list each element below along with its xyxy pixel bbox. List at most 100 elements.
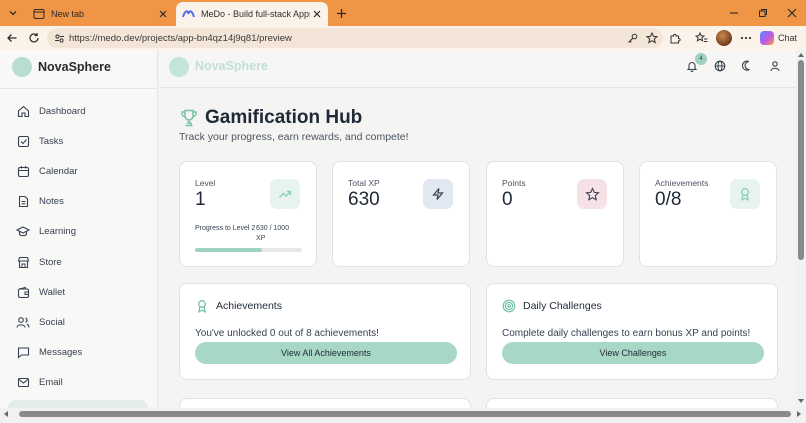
- level-card: Level 1 Progress to Level 2 630 / 1000 X…: [179, 161, 317, 267]
- scroll-right-arrow-icon[interactable]: [797, 411, 801, 417]
- tab-search-chevron-icon[interactable]: [4, 4, 22, 22]
- sidebar-item-tasks[interactable]: Tasks: [16, 132, 63, 150]
- globe-icon: [714, 59, 726, 77]
- sidebar-brand[interactable]: NovaSphere: [12, 56, 111, 78]
- checkbox-icon: [16, 134, 30, 148]
- sidebar-item-label: Calendar: [39, 165, 78, 177]
- extensions-puzzle-icon[interactable]: [666, 29, 684, 47]
- copilot-icon: [760, 31, 774, 45]
- points-card: Points 0: [486, 161, 624, 267]
- card-title: Achievements: [216, 300, 282, 312]
- reload-icon[interactable]: [25, 29, 43, 47]
- card-header: Daily Challenges: [502, 299, 602, 313]
- scroll-left-arrow-icon[interactable]: [4, 411, 8, 417]
- close-tab-icon[interactable]: [156, 7, 170, 21]
- key-icon[interactable]: [623, 29, 641, 47]
- sidebar-item-label: Tasks: [39, 135, 64, 147]
- browser-tab-new-tab[interactable]: New tab: [26, 2, 174, 26]
- tab-title: MeDo - Build full-stack Apps With: [201, 9, 310, 19]
- trending-up-icon: [270, 179, 300, 209]
- new-tab-plus-icon[interactable]: [332, 4, 350, 22]
- card-text: Complete daily challenges to earn bonus …: [502, 328, 751, 339]
- sidebar-item-notes[interactable]: Notes: [16, 192, 64, 210]
- page-title-text: Gamification Hub: [205, 107, 363, 128]
- horizontal-scrollbar[interactable]: [0, 408, 806, 423]
- trophy-icon: [181, 109, 197, 127]
- card-header: Achievements: [195, 299, 282, 313]
- browser-tab-medo[interactable]: MeDo - Build full-stack Apps With: [176, 2, 328, 26]
- sidebar-item-store[interactable]: Store: [16, 253, 62, 271]
- chat-label: Chat: [778, 33, 798, 43]
- bookmark-star-icon[interactable]: [643, 29, 661, 47]
- view-all-achievements-button[interactable]: View All Achievements: [195, 342, 457, 364]
- user-icon: [769, 59, 781, 77]
- total-xp-card: Total XP 630: [332, 161, 470, 267]
- sidebar-item-wallet[interactable]: Wallet: [16, 283, 65, 301]
- copilot-chat-button[interactable]: Chat: [760, 29, 797, 47]
- language-button[interactable]: [711, 59, 729, 77]
- file-text-icon: [16, 194, 30, 208]
- theme-toggle-button[interactable]: [739, 59, 757, 77]
- award-icon: [730, 179, 760, 209]
- notification-count-badge: 4: [695, 53, 707, 65]
- mail-icon: [16, 375, 30, 389]
- stat-value: 0: [502, 189, 513, 210]
- sidebar-item-label: Learning: [39, 225, 76, 237]
- favorites-icon[interactable]: [692, 29, 710, 47]
- sidebar-item-label: Dashboard: [39, 105, 86, 117]
- user-menu-button[interactable]: [766, 59, 784, 77]
- app-header: NovaSphere 4: [159, 50, 796, 88]
- sidebar-item-email[interactable]: Email: [16, 373, 63, 391]
- level-progress-bar: [195, 248, 302, 252]
- close-window-icon[interactable]: [780, 4, 804, 22]
- site-info-icon[interactable]: [49, 28, 69, 48]
- stat-label: Achievements: [655, 178, 709, 188]
- stat-label: Level: [195, 178, 216, 188]
- view-challenges-button[interactable]: View Challenges: [502, 342, 764, 364]
- home-icon: [16, 104, 30, 118]
- calendar-icon: [16, 164, 30, 178]
- header-brand-logo: [169, 57, 189, 77]
- sidebar-item-calendar[interactable]: Calendar: [16, 162, 78, 180]
- page-viewport: NovaSphere Dashboard Tasks Calendar Note…: [0, 50, 806, 423]
- wallet-icon: [16, 285, 30, 299]
- profile-avatar[interactable]: [716, 30, 732, 46]
- scroll-up-arrow-icon[interactable]: [798, 53, 804, 57]
- progress-value: 630 / 1000 XP: [256, 225, 290, 242]
- back-arrow-icon[interactable]: [3, 29, 21, 47]
- graduation-cap-icon: [16, 224, 30, 238]
- new-tab-page-icon: [32, 8, 45, 21]
- progress-label: Progress to Level 2: [195, 225, 256, 232]
- sidebar-item-messages[interactable]: Messages: [16, 343, 82, 361]
- scrollbar-thumb[interactable]: [19, 411, 791, 417]
- sidebar-item-dashboard[interactable]: Dashboard: [16, 102, 85, 120]
- stat-value: 0/8: [655, 189, 682, 210]
- sidebar-item-label: Notes: [39, 195, 64, 207]
- tab-title: New tab: [51, 9, 85, 19]
- browser-tab-strip: New tab MeDo - Build full-stack Apps Wit…: [0, 0, 806, 26]
- sidebar-item-social[interactable]: Social: [16, 313, 65, 331]
- stat-label: Points: [502, 178, 526, 188]
- divider: [0, 88, 158, 89]
- page-title: Gamification Hub: [179, 107, 362, 129]
- restore-icon[interactable]: [751, 4, 775, 22]
- card-title: Daily Challenges: [523, 300, 602, 312]
- main-content: Gamification Hub Track your progress, ea…: [159, 89, 796, 418]
- vertical-scrollbar[interactable]: [796, 50, 806, 408]
- address-bar[interactable]: https://medo.dev/projects/app-bn4qz14j9q…: [47, 28, 663, 48]
- scroll-down-arrow-icon[interactable]: [798, 399, 804, 403]
- daily-challenges-card: Daily Challenges Complete daily challeng…: [486, 283, 778, 380]
- stat-label: Total XP: [348, 178, 380, 188]
- close-tab-icon[interactable]: [310, 7, 324, 21]
- sidebar-item-label: Messages: [39, 346, 83, 358]
- more-menu-icon[interactable]: [737, 29, 755, 47]
- minimize-icon[interactable]: [722, 4, 746, 22]
- notifications-button[interactable]: 4: [683, 53, 707, 77]
- header-brand-name: NovaSphere: [195, 59, 268, 73]
- sidebar-item-learning[interactable]: Learning: [16, 222, 76, 240]
- scrollbar-thumb[interactable]: [798, 60, 804, 260]
- lightning-icon: [423, 179, 453, 209]
- progress-fill: [195, 248, 263, 252]
- level-progress-text: Progress to Level 2 630 / 1000 XP: [195, 224, 301, 242]
- sidebar-item-label: Social: [39, 316, 65, 328]
